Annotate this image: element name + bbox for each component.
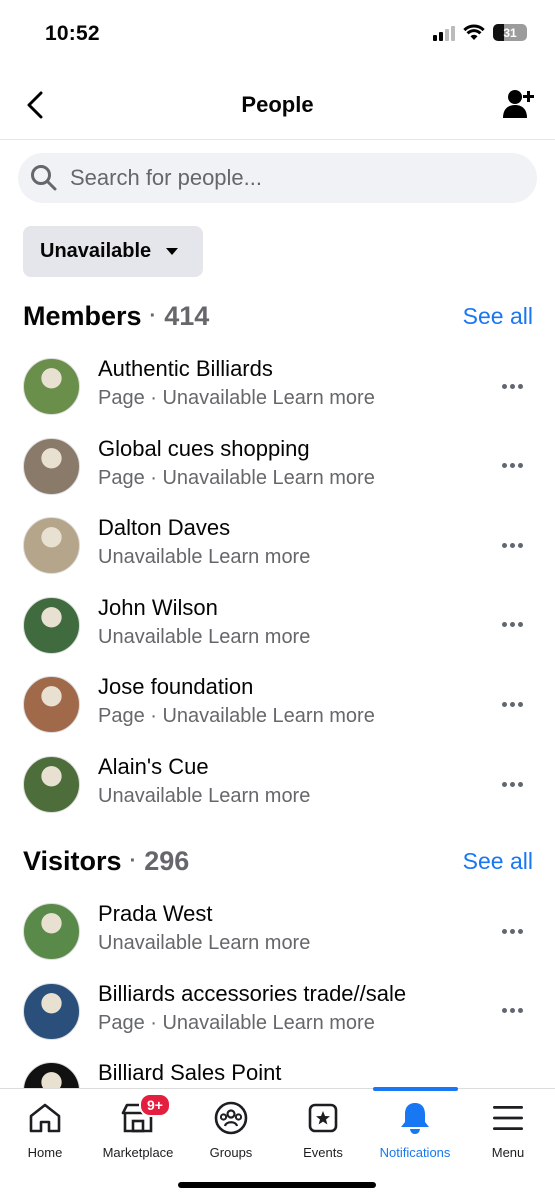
separator-dot: · xyxy=(129,849,137,872)
list-item[interactable]: Dalton Daves Unavailable Learn more xyxy=(23,515,533,579)
person-subtitle: Page · Unavailable Learn more xyxy=(98,705,375,728)
person-name[interactable]: Billiards accessories trade//sale xyxy=(98,981,406,1007)
caret-down-icon xyxy=(166,247,179,255)
more-options-button[interactable] xyxy=(497,535,527,555)
person-subtitle: Page · Unavailable Learn more xyxy=(98,466,375,489)
tab-marketplace[interactable]: 9+ Marketplace xyxy=(93,1093,183,1169)
avatar[interactable] xyxy=(23,437,80,495)
home-icon xyxy=(26,1099,64,1137)
members-see-all-link[interactable]: See all xyxy=(463,303,533,330)
person-name[interactable]: Dalton Daves xyxy=(98,515,230,541)
list-item[interactable]: Prada West Unavailable Learn more xyxy=(23,901,533,965)
visitors-title: Visitors xyxy=(23,845,122,876)
more-options-button[interactable] xyxy=(497,921,527,941)
avatar[interactable] xyxy=(23,676,80,734)
tab-menu-label: Menu xyxy=(491,1145,525,1160)
tab-menu[interactable]: Menu xyxy=(463,1099,553,1169)
person-name[interactable]: Billiard Sales Point xyxy=(98,1060,281,1086)
tab-notifications[interactable]: Notifications xyxy=(370,1099,460,1169)
add-person-icon xyxy=(503,90,534,118)
bottom-tab-bar: Home 9+ Marketplace Groups Events Notifi… xyxy=(0,1087,555,1200)
calendar-star-icon xyxy=(304,1099,342,1137)
person-subtitle: Unavailable Learn more xyxy=(98,546,311,569)
signal-icon xyxy=(433,25,455,41)
search-icon xyxy=(31,165,57,191)
avatar[interactable] xyxy=(23,903,80,960)
groups-icon xyxy=(212,1099,250,1137)
avatar[interactable] xyxy=(23,517,80,575)
more-options-button[interactable] xyxy=(497,774,527,794)
person-subtitle: Page · Unavailable Learn more xyxy=(98,387,375,409)
visitors-section-header: Visitors · 296 See all xyxy=(23,843,533,879)
person-name[interactable]: Prada West xyxy=(98,901,213,927)
more-options-button[interactable] xyxy=(497,694,527,714)
person-subtitle: Unavailable Learn more xyxy=(98,625,311,648)
battery-icon: 31 xyxy=(493,24,527,41)
visitors-count: 296 xyxy=(144,845,190,876)
person-name[interactable]: Alain's Cue xyxy=(98,754,209,780)
members-section-header: Members · 414 See all xyxy=(23,298,533,334)
list-item[interactable]: Billiards accessories trade//sale Page · … xyxy=(23,981,533,1045)
status-bar: 10:52 31 xyxy=(0,0,555,70)
avatar[interactable] xyxy=(23,596,80,654)
tab-groups[interactable]: Groups xyxy=(186,1099,276,1169)
home-indicator xyxy=(178,1182,376,1188)
filter-label: Unavailable xyxy=(40,240,152,262)
person-name[interactable]: Jose foundation xyxy=(98,674,253,700)
avatar[interactable] xyxy=(23,358,80,415)
avatar[interactable] xyxy=(23,756,80,813)
menu-icon xyxy=(489,1099,527,1137)
person-subtitle: Unavailable Learn more xyxy=(98,785,311,807)
tab-marketplace-label: Marketplace xyxy=(102,1145,174,1160)
person-name[interactable]: Global cues shopping xyxy=(98,436,310,462)
person-subtitle: Unavailable Learn more xyxy=(98,932,311,954)
tab-groups-label: Groups xyxy=(209,1145,253,1160)
visitors-see-all-link[interactable]: See all xyxy=(463,848,533,875)
marketplace-badge: 9+ xyxy=(139,1093,171,1117)
status-icons: 31 xyxy=(433,24,527,41)
tab-notifications-label: Notifications xyxy=(379,1145,451,1160)
bell-icon xyxy=(396,1099,434,1137)
battery-level: 31 xyxy=(503,25,517,40)
avatar[interactable] xyxy=(23,982,80,1040)
list-item[interactable]: John Wilson Unavailable Learn more xyxy=(23,595,533,659)
tab-home[interactable]: Home xyxy=(0,1099,90,1169)
more-options-button[interactable] xyxy=(497,1001,527,1021)
more-options-button[interactable] xyxy=(497,376,527,396)
more-options-button[interactable] xyxy=(497,456,527,476)
header: People xyxy=(0,70,555,140)
add-person-button[interactable] xyxy=(501,86,537,122)
list-item[interactable]: Authentic Billiards Page · Unavailable Le… xyxy=(23,356,533,420)
tab-home-label: Home xyxy=(27,1145,63,1160)
list-item[interactable]: Jose foundation Page · Unavailable Learn … xyxy=(23,674,533,738)
separator-dot: · xyxy=(149,304,157,327)
marketplace-icon: 9+ xyxy=(119,1093,171,1137)
tab-events[interactable]: Events xyxy=(278,1099,368,1169)
members-count: 414 xyxy=(164,300,210,331)
status-time: 10:52 xyxy=(45,22,100,45)
members-title: Members xyxy=(23,300,142,331)
page-title: People xyxy=(241,92,314,117)
list-item[interactable]: Alain's Cue Unavailable Learn more xyxy=(23,754,533,818)
list-item[interactable]: Global cues shopping Page · Unavailable L… xyxy=(23,436,533,500)
search-input[interactable] xyxy=(70,165,470,191)
person-subtitle: Page · Unavailable Learn more xyxy=(98,1011,375,1034)
search-bar[interactable] xyxy=(18,153,537,203)
filter-dropdown[interactable]: Unavailable xyxy=(23,226,203,277)
wifi-icon xyxy=(463,24,485,40)
active-tab-indicator xyxy=(373,1087,458,1091)
person-name[interactable]: Authentic Billiards xyxy=(98,356,273,382)
person-name[interactable]: John Wilson xyxy=(98,595,218,621)
tab-events-label: Events xyxy=(303,1145,343,1160)
more-options-button[interactable] xyxy=(497,615,527,635)
